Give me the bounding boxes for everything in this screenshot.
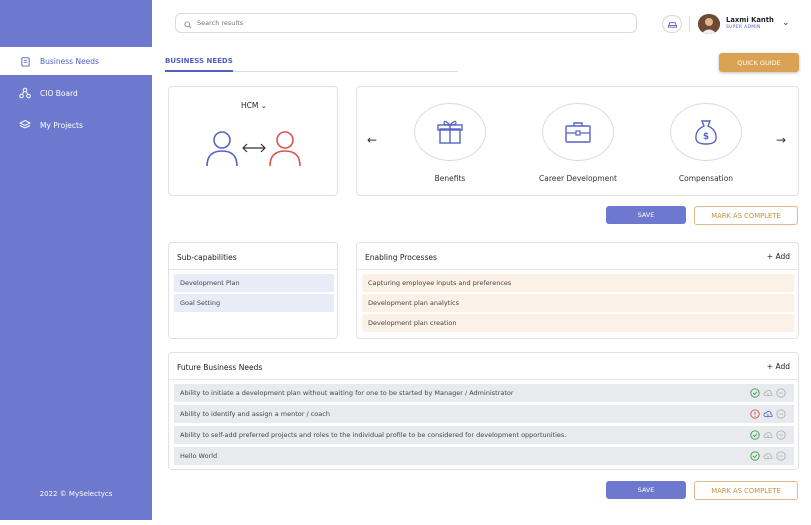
search-input[interactable]	[197, 19, 597, 27]
add-need-button[interactable]: + Add	[767, 362, 790, 371]
category-icon-circle	[542, 103, 614, 161]
layers-icon	[18, 118, 32, 132]
panel-title: Enabling Processes	[365, 253, 437, 262]
row-actions	[750, 430, 786, 440]
list-item[interactable]: Development Plan	[174, 274, 334, 292]
network-icon	[18, 86, 32, 100]
category-benefits[interactable]: Benefits	[400, 103, 500, 183]
need-text: Hello World	[180, 452, 218, 460]
save-button-bottom[interactable]: SAVE	[606, 481, 686, 499]
category-label: Career Development	[539, 174, 617, 183]
sidebar-item-label: My Projects	[40, 120, 83, 130]
topbar: Laxmi Kanth SUPER ADMIN ⌄	[165, 8, 800, 40]
list-item[interactable]: Capturing employee inputs and preference…	[362, 274, 794, 292]
sidebar-item-label: CIO Board	[40, 88, 78, 98]
list-item[interactable]: Goal Setting	[174, 294, 334, 312]
svg-text:$: $	[703, 132, 709, 142]
arrow-left-icon[interactable]: ←	[367, 133, 377, 147]
table-row[interactable]: Ability to initiate a development plan w…	[174, 384, 794, 402]
sidebar-item-business-needs[interactable]: Business Needs	[0, 47, 152, 75]
panel-divider	[357, 269, 798, 270]
check-circle-icon[interactable]	[750, 430, 760, 440]
cloud-upload-icon[interactable]	[763, 451, 773, 461]
category-label: Compensation	[678, 174, 734, 183]
table-row[interactable]: Ability to self-add preferred projects a…	[174, 426, 794, 444]
chevron-down-icon: ⌄	[260, 101, 268, 110]
need-text: Ability to self-add preferred projects a…	[180, 431, 567, 439]
search-icon	[184, 14, 192, 33]
hcm-card: HCM ⌄	[168, 86, 338, 196]
sidebar-item-my-projects[interactable]: My Projects	[0, 111, 152, 139]
category-compensation[interactable]: $ Compensation	[656, 103, 756, 183]
table-row[interactable]: Ability to identify and assign a mentor …	[174, 405, 794, 423]
car-icon	[667, 21, 677, 28]
user-name: Laxmi Kanth	[726, 16, 774, 24]
add-label: Add	[775, 362, 790, 371]
gift-icon	[437, 120, 463, 144]
add-label: Add	[775, 252, 790, 261]
comment-icon[interactable]	[776, 409, 786, 419]
hcm-selector[interactable]: HCM ⌄	[169, 101, 339, 110]
car-icon-button[interactable]	[662, 15, 682, 33]
alert-circle-icon[interactable]	[750, 409, 760, 419]
clipboard-icon	[18, 54, 32, 68]
table-row[interactable]: Hello World	[174, 447, 794, 465]
row-actions	[750, 451, 786, 461]
cloud-upload-icon[interactable]	[763, 409, 773, 419]
add-process-button[interactable]: + Add	[767, 252, 790, 261]
cloud-upload-icon[interactable]	[763, 430, 773, 440]
quick-guide-button[interactable]: QUICK GUIDE	[719, 53, 799, 72]
money-bag-icon: $	[695, 120, 717, 145]
subcapabilities-panel: Sub-capabilities Development Plan Goal S…	[168, 242, 338, 339]
category-label: Benefits	[434, 174, 466, 183]
hcm-title: HCM	[240, 101, 259, 110]
comment-icon[interactable]	[776, 451, 786, 461]
briefcase-icon	[565, 122, 591, 143]
divider	[689, 16, 690, 32]
row-actions	[750, 388, 786, 398]
avatar[interactable]	[698, 14, 720, 34]
panel-title: Sub-capabilities	[177, 253, 237, 262]
comment-icon[interactable]	[776, 388, 786, 398]
chevron-down-icon[interactable]: ⌄	[782, 18, 790, 28]
future-needs-panel: Future Business Needs + Add Ability to i…	[168, 352, 799, 470]
category-career-development[interactable]: Career Development	[528, 103, 628, 183]
panel-divider	[169, 269, 337, 270]
search-bar[interactable]	[175, 13, 637, 33]
check-circle-icon[interactable]	[750, 451, 760, 461]
copyright-footer: 2022 © MySelectycs	[39, 490, 113, 498]
user-role: SUPER ADMIN	[726, 25, 761, 30]
sidebar: Business Needs CIO Board My Projects 202…	[0, 0, 152, 520]
arrow-right-icon[interactable]: →	[776, 133, 786, 147]
tab-underline	[165, 70, 458, 72]
need-text: Ability to identify and assign a mentor …	[180, 410, 330, 418]
people-exchange-icon	[206, 131, 301, 167]
save-button[interactable]: SAVE	[606, 206, 686, 224]
enabling-processes-panel: Enabling Processes + Add Capturing emplo…	[356, 242, 799, 339]
panel-title: Future Business Needs	[177, 363, 263, 372]
row-actions	[750, 409, 786, 419]
list-item[interactable]: Development plan analytics	[362, 294, 794, 312]
cloud-upload-icon[interactable]	[763, 388, 773, 398]
comment-icon[interactable]	[776, 430, 786, 440]
panel-divider	[169, 379, 798, 380]
tab-business-needs[interactable]: BUSINESS NEEDS	[165, 57, 233, 65]
sidebar-nav: Business Needs CIO Board My Projects	[0, 47, 152, 143]
mark-complete-button[interactable]: MARK AS COMPLETE	[694, 206, 798, 225]
category-icon-circle	[414, 103, 486, 161]
list-item[interactable]: Development plan creation	[362, 314, 794, 332]
sidebar-item-cio-board[interactable]: CIO Board	[0, 79, 152, 107]
check-circle-icon[interactable]	[750, 388, 760, 398]
mark-complete-button-bottom[interactable]: MARK AS COMPLETE	[694, 481, 798, 500]
need-text: Ability to initiate a development plan w…	[180, 389, 514, 397]
categories-carousel: ← Benefits Career Development $ Compensa…	[356, 86, 799, 196]
sidebar-item-label: Business Needs	[40, 56, 99, 66]
category-icon-circle: $	[670, 103, 742, 161]
